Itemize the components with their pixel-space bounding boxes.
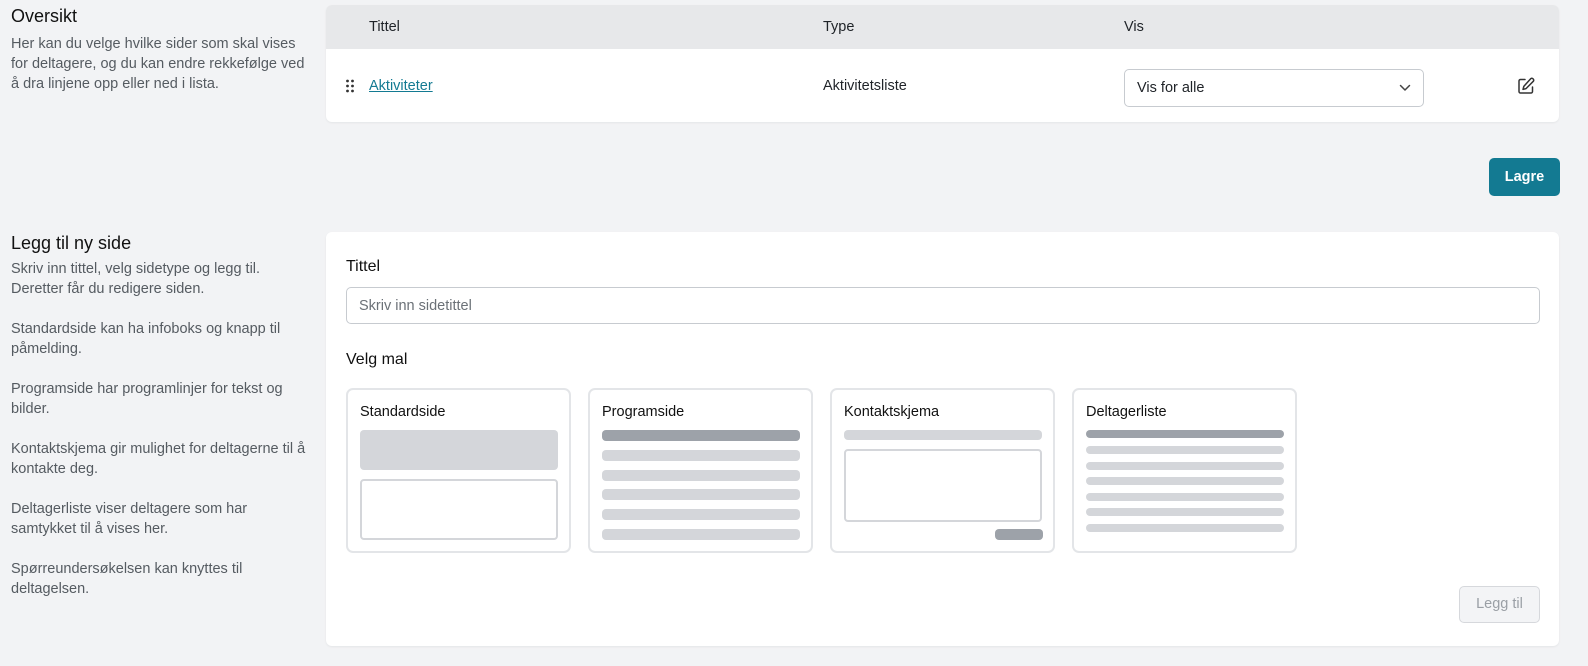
- template-label: Velg mal: [346, 351, 408, 368]
- standardside-description: Standardside kan ha infoboks og knapp ti…: [11, 321, 281, 357]
- add-page-descriptions: Skriv inn tittel, velg sidetype og legg …: [11, 259, 306, 619]
- template-kontaktskjema[interactable]: Kontaktskjema: [830, 388, 1055, 553]
- template-preview-line: [1086, 524, 1284, 532]
- deltagerliste-description: Deltagerliste viser deltagere som har sa…: [11, 501, 248, 537]
- template-programside[interactable]: Programside: [588, 388, 813, 553]
- survey-description: Spørreundersøkelsen kan knyttes til delt…: [11, 561, 243, 597]
- template-preview-line: [1086, 462, 1284, 470]
- template-preview-line: [1086, 446, 1284, 454]
- add-page-card: Tittel Velg mal Standardside Programside…: [326, 232, 1559, 646]
- template-preview-line: [602, 450, 800, 461]
- template-preview-line: [1086, 493, 1284, 501]
- template-preview-line: [1086, 477, 1284, 485]
- template-name: Standardside: [360, 404, 446, 420]
- chevron-down-icon: [1399, 84, 1411, 91]
- programside-description: Programside har programlinjer for tekst …: [11, 381, 283, 417]
- overview-description: Her kan du velge hvilke sider som skal v…: [11, 34, 306, 114]
- template-preview-infobox: [360, 430, 558, 470]
- template-name: Deltagerliste: [1086, 404, 1167, 420]
- title-field-label: Tittel: [346, 258, 381, 275]
- add-page-heading: Legg til ny side: [11, 233, 132, 253]
- pages-table: Tittel Type Vis Aktiviteter Aktivitetsli…: [326, 5, 1559, 122]
- save-button[interactable]: Lagre: [1489, 158, 1560, 196]
- template-name: Kontaktskjema: [844, 404, 940, 420]
- table-row[interactable]: Aktiviteter Aktivitetsliste Vis for alle: [326, 49, 1559, 122]
- drag-handle-icon[interactable]: [345, 79, 355, 93]
- template-preview-form: [844, 449, 1042, 522]
- template-name: Programside: [602, 404, 685, 420]
- template-preview-button: [995, 529, 1043, 540]
- template-deltagerliste[interactable]: Deltagerliste: [1072, 388, 1297, 553]
- template-preview-line: [602, 509, 800, 520]
- visibility-select-value: Vis for alle: [1137, 80, 1205, 96]
- template-preview-content: [360, 479, 558, 540]
- template-preview-line: [1086, 430, 1284, 438]
- column-header-show: Vis: [1124, 19, 1144, 35]
- page-type: Aktivitetsliste: [823, 78, 907, 94]
- page-title-link[interactable]: Aktiviteter: [369, 78, 433, 94]
- template-preview-line: [602, 489, 800, 500]
- template-preview-line: [602, 529, 800, 540]
- overview-heading: Oversikt: [11, 6, 78, 26]
- template-preview-line: [844, 430, 1042, 440]
- kontaktskjema-description: Kontaktskjema gir mulighet for deltagern…: [11, 441, 306, 477]
- template-preview-line: [1086, 508, 1284, 516]
- template-preview-line: [602, 470, 800, 481]
- table-header: Tittel Type Vis: [326, 5, 1559, 49]
- add-page-description: Skriv inn tittel, velg sidetype og legg …: [11, 261, 261, 297]
- column-header-title: Tittel: [369, 19, 400, 35]
- column-header-type: Type: [823, 19, 855, 35]
- add-page-button[interactable]: Legg til: [1459, 586, 1540, 623]
- edit-icon[interactable]: [1516, 76, 1536, 96]
- overview-description-text: Her kan du velge hvilke sider som skal v…: [11, 36, 305, 92]
- page-title-input[interactable]: [346, 287, 1540, 324]
- visibility-select[interactable]: Vis for alle: [1124, 69, 1424, 107]
- template-preview-line: [602, 430, 800, 441]
- template-standardside[interactable]: Standardside: [346, 388, 571, 553]
